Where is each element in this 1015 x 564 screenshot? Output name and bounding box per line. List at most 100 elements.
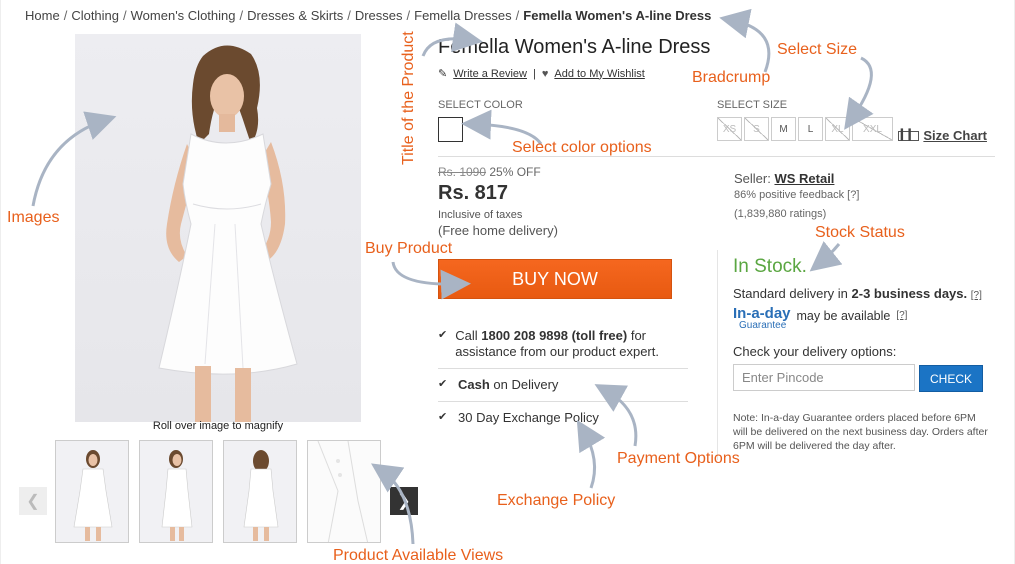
standard-delivery: Standard delivery in 2-3 business days. … [733,286,982,301]
size-option-l[interactable]: L [798,117,823,141]
arrow-stock-status [809,241,843,272]
annotation-images: Images [7,209,60,226]
in-a-day-text: may be available [796,309,891,323]
annotation-bradcrump: Bradcrump [692,69,771,86]
annotation-title-of-product: Title of the Product [400,31,417,165]
arrow-exchange-policy [576,419,606,489]
product-title: Femella Women's A-line Dress [438,36,711,58]
thumbnail-next-button[interactable]: ❯ [390,487,418,515]
seller-label: Seller: [734,171,775,186]
breadcrumb-femella-dresses[interactable]: Femella Dresses [414,8,512,23]
add-to-wishlist-link[interactable]: Add to My Wishlist [554,68,644,80]
breadcrumb-dresses[interactable]: Dresses [355,8,403,23]
cod-rest: on Delivery [489,377,559,392]
selling-price: Rs. 817 [438,182,509,204]
heart-icon: ♥ [541,67,549,80]
breadcrumb-separator: / [123,8,127,23]
price-mrp-row: Rs. 1090 25% OFF [438,165,541,179]
annotation-product-views: Product Available Views [333,547,504,564]
breadcrumb-clothing[interactable]: Clothing [71,8,119,23]
in-a-day-row: In-a-day Guarantee may be available [?] [733,306,907,331]
size-option-s[interactable]: S [744,117,769,141]
dress-model-illustration [158,45,298,422]
size-chart-label: Size Chart [923,128,987,143]
annotation-payment-options: Payment Options [617,450,740,467]
divider [438,368,688,369]
size-option-m[interactable]: M [771,117,796,141]
std-delivery-pre: Standard delivery in [733,286,852,301]
buy-now-button[interactable]: BUY NOW [438,259,672,299]
breadcrumb-womens-clothing[interactable]: Women's Clothing [131,8,236,23]
check-icon: ✔ [438,329,448,341]
check-icon: ✔ [438,411,448,423]
breadcrumb-separator: / [347,8,351,23]
benefit-cod-text: Cash on Delivery [458,377,558,392]
thumbnail-back[interactable] [223,440,297,543]
review-wishlist-row: ✎ Write a Review | ♥ Add to My Wishlist [438,67,645,81]
chevron-right-icon: ❯ [397,493,411,510]
benefit-call: ✔ Call 1800 208 9898 (toll free) for ass… [438,328,688,361]
check-button[interactable]: CHECK [919,365,983,392]
benefit-call-text: Call 1800 208 9898 (toll free) for assis… [455,328,688,361]
thumbnail-detail[interactable] [307,440,381,543]
annotation-exchange-policy: Exchange Policy [497,492,616,509]
check-icon: ✔ [438,378,448,390]
pincode-input[interactable] [733,364,915,391]
call-pre: Call [455,328,482,343]
breadcrumb-separator: / [239,8,244,23]
thumbnail-front[interactable] [55,440,129,543]
breadcrumb-separator: / [63,8,68,23]
thumbnail-side[interactable] [139,440,213,543]
call-number: 1800 208 9898 (toll free) [481,328,628,343]
seller-feedback: 86% positive feedback [?] [734,189,859,201]
arrow-breadcrumb [719,8,771,73]
thumbnail-image [308,441,380,542]
std-delivery-days: 2-3 business days. [851,286,968,301]
breadcrumb-home[interactable]: Home [25,8,60,23]
benefit-cod: ✔ Cash on Delivery [438,377,688,392]
divider [438,401,688,402]
main-product-image[interactable] [75,34,361,422]
seller-ratings: (1,839,880 ratings) [734,208,827,220]
magnify-hint: Roll over image to magnify [152,420,284,432]
cod-bold: Cash [458,377,490,392]
ruler-icon: ▎▎ [898,130,920,141]
annotation-stock-status: Stock Status [815,224,905,241]
seller-feedback-text: 86% positive feedback [734,189,845,201]
in-a-day-help-link[interactable]: [?] [896,310,907,321]
delivery-divider [717,250,718,460]
annotation-select-color: Select color options [512,139,652,156]
delivery-note: Note: In-a-day Guarantee orders placed b… [733,412,988,453]
annotation-select-size: Select Size [777,41,858,58]
mrp-price: Rs. 1090 [438,165,487,179]
size-option-xxl[interactable]: XXL [852,117,893,141]
select-size-label: SELECT SIZE [717,99,788,111]
breadcrumb-separator: / [515,8,520,23]
pencil-icon: ✎ [438,68,448,80]
write-review-link[interactable]: Write a Review [453,68,527,80]
breadcrumb-dresses-skirts[interactable]: Dresses & Skirts [247,8,343,23]
seller-help-link[interactable]: [?] [847,189,859,201]
size-options: XS S M L XL XXL [717,117,893,141]
thumbnail-image [73,450,113,541]
seller-name-link[interactable]: WS Retail [774,171,834,186]
check-delivery-label: Check your delivery options: [733,344,897,359]
arrow-select-size [844,56,874,130]
thumbnail-prev-button[interactable]: ❮ [19,487,47,515]
size-chart-link[interactable]: ▎▎ Size Chart [898,128,987,143]
benefit-exchange-text: 30 Day Exchange Policy [458,410,599,425]
size-option-xl[interactable]: XL [825,117,850,141]
delivery-help-link[interactable]: [?] [971,290,982,301]
color-swatch-white[interactable] [438,117,463,142]
size-option-xs[interactable]: XS [717,117,742,141]
seller-info: Seller: WS Retail [734,171,834,186]
tax-note: Inclusive of taxes [438,209,523,221]
thumbnail-image [243,450,279,541]
product-page: Home / Clothing / Women's Clothing / Dresses &… [0,0,1015,564]
chevron-left-icon: ❮ [26,493,40,510]
breadcrumb-current: Femella Women's A-line Dress [523,8,712,23]
breadcrumb: Home / Clothing / Women's Clothing / Dresses &… [25,8,711,23]
breadcrumb-separator: / [406,8,411,23]
free-delivery-note: (Free home delivery) [438,223,558,238]
thumbnail-image [161,450,193,541]
